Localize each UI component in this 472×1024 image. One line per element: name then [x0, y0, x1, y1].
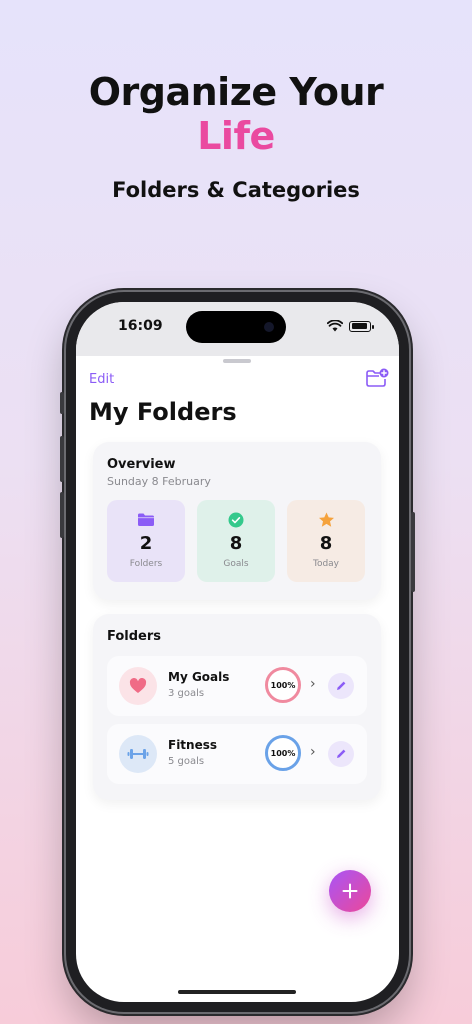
chevron-right-icon[interactable]: › [310, 676, 316, 692]
stat-value: 8 [319, 533, 333, 554]
stat-label: Goals [223, 559, 249, 569]
phone-side-button [60, 436, 64, 482]
battery-icon [349, 320, 374, 332]
wifi-icon [327, 320, 343, 332]
folders-title: Folders [107, 629, 162, 644]
stat-value: 2 [139, 533, 153, 554]
folders-card: Folders My Goals 3 goals 100% › Fitness … [93, 614, 381, 800]
pencil-icon [337, 749, 346, 758]
page-title: My Folders [89, 398, 237, 426]
plus-icon [342, 883, 358, 899]
stat-label: Today [312, 559, 340, 569]
phone-frame: 16:09 Edit My Folders Overview Sunday 8 … [60, 292, 415, 1012]
edit-button[interactable]: Edit [89, 372, 114, 387]
folder-goal-count: 3 goals [168, 688, 205, 699]
app-screen: 16:09 Edit My Folders Overview Sunday 8 … [76, 302, 399, 1002]
camera-icon [264, 322, 274, 332]
promo-subheadline: Folders & Categories [112, 178, 360, 202]
phone-side-button [60, 492, 64, 538]
home-indicator[interactable] [178, 990, 296, 994]
status-icons [327, 320, 374, 332]
edit-folder-button[interactable] [328, 673, 354, 699]
add-goal-fab[interactable] [329, 870, 371, 912]
edit-folder-button[interactable] [328, 741, 354, 767]
stat-folders[interactable]: 2 Folders [107, 500, 185, 582]
progress-ring: 100% [265, 735, 301, 771]
headline-line2: Life [197, 114, 275, 158]
folder-goal-count: 5 goals [168, 756, 205, 767]
folder-row-fitness[interactable]: Fitness 5 goals 100% › [107, 724, 367, 784]
folder-icon [138, 513, 154, 526]
folder-row-my-goals[interactable]: My Goals 3 goals 100% › [107, 656, 367, 716]
overview-card: Overview Sunday 8 February 2 Folders 8 G… [93, 442, 381, 600]
folder-name: My Goals [168, 670, 230, 684]
folder-avatar [119, 735, 157, 773]
status-time: 16:09 [118, 318, 163, 334]
dynamic-island [186, 311, 286, 343]
phone-side-button [411, 512, 415, 592]
overview-date: Sunday 8 February [107, 475, 211, 488]
sheet-grabber[interactable] [223, 359, 251, 363]
folder-avatar [119, 667, 157, 705]
status-bar: 16:09 [76, 302, 399, 356]
stat-value: 8 [229, 533, 243, 554]
chevron-right-icon[interactable]: › [310, 744, 316, 760]
headline-line1: Organize Your [88, 70, 384, 114]
overview-title: Overview [107, 457, 176, 472]
stat-goals[interactable]: 8 Goals [197, 500, 275, 582]
stat-label: Folders [129, 559, 163, 569]
check-circle-icon [228, 512, 244, 528]
add-folder-icon[interactable] [365, 368, 389, 388]
pencil-icon [337, 681, 346, 690]
progress-ring: 100% [265, 667, 301, 703]
heart-icon [129, 678, 147, 693]
star-icon [318, 512, 334, 527]
progress-value: 100% [270, 680, 296, 690]
folder-name: Fitness [168, 738, 218, 752]
progress-value: 100% [270, 748, 296, 758]
promo-headline: Organize Your Life [0, 70, 472, 158]
stat-today[interactable]: 8 Today [287, 500, 365, 582]
dumbbell-icon [127, 749, 149, 759]
phone-side-button [60, 392, 64, 414]
